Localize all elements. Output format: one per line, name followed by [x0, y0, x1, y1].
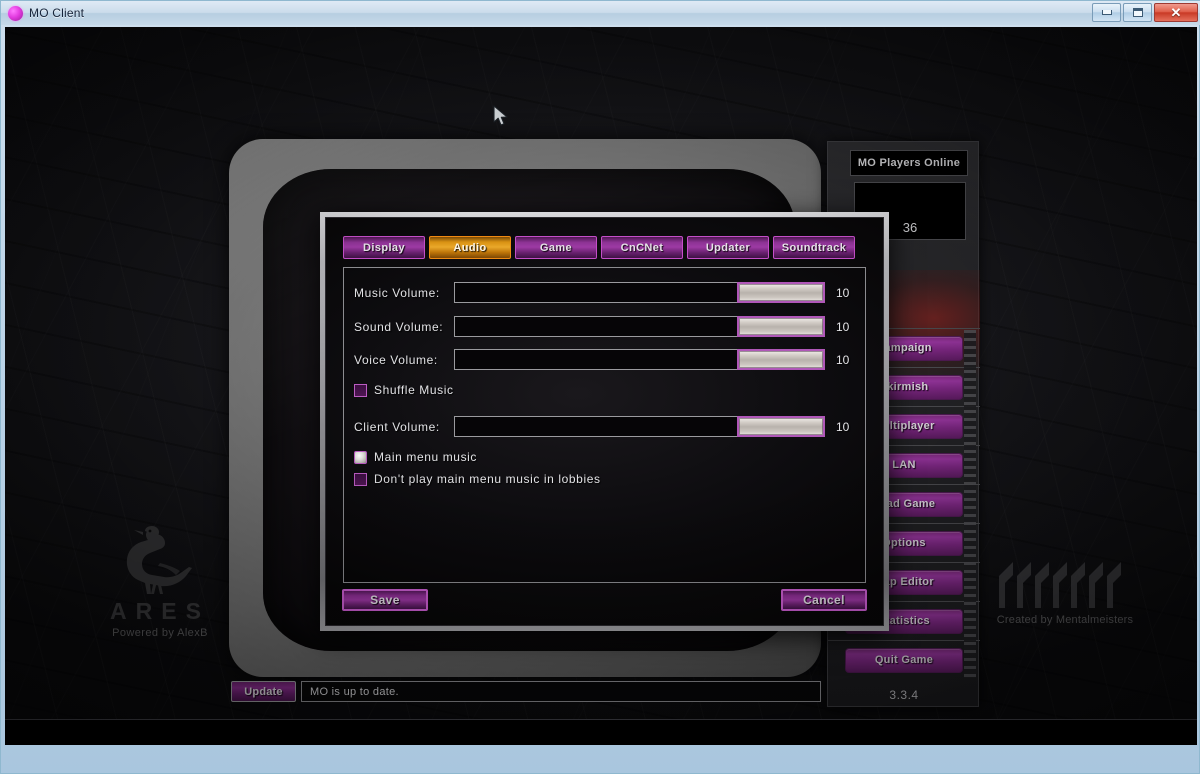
sidebar-item-label: Quit Game: [874, 654, 934, 666]
slider-handle[interactable]: [737, 416, 825, 437]
sound-volume-slider[interactable]: [454, 316, 825, 337]
tab-label: CnCNet: [620, 241, 664, 254]
sound-volume-row: Sound Volume: 10: [354, 316, 866, 337]
main-menu-music-label: Main menu music: [374, 450, 478, 464]
slider-handle[interactable]: [737, 349, 825, 370]
music-volume-label: Music Volume:: [354, 285, 440, 300]
update-bar: Update MO is up to date.: [231, 679, 821, 704]
update-button-label: Update: [244, 685, 283, 698]
save-button[interactable]: Save: [342, 589, 428, 611]
tab-updater[interactable]: Updater: [687, 236, 769, 259]
tab-label: Game: [539, 241, 573, 254]
shuffle-music-label: Shuffle Music: [374, 383, 454, 397]
sidebar-item-label: LAN: [892, 459, 916, 471]
voice-volume-slider[interactable]: [454, 349, 825, 370]
tab-label: Display: [363, 241, 405, 254]
options-tab-strip: Display Audio Game CnCNet Updater Soundt…: [343, 236, 855, 259]
restore-icon: [1132, 8, 1143, 17]
sidebar-item-quit-game[interactable]: Quit Game: [828, 640, 980, 679]
players-online-label: MO Players Online: [857, 157, 961, 169]
mouse-pointer-icon: [493, 105, 511, 134]
tab-game[interactable]: Game: [515, 236, 597, 259]
music-volume-slider[interactable]: [454, 282, 825, 303]
voice-volume-row: Voice Volume: 10: [354, 349, 866, 370]
update-status-field: MO is up to date.: [301, 681, 821, 702]
mentalmeisters-subtitle: Created by Mentalmeisters: [996, 614, 1134, 626]
players-online-header: MO Players Online: [850, 150, 968, 176]
mo-logo-icon: [8, 5, 23, 21]
client-volume-slider[interactable]: [454, 416, 825, 437]
no-lobby-music-checkbox[interactable]: [354, 472, 367, 486]
tab-cncnet[interactable]: CnCNet: [601, 236, 683, 259]
cancel-button[interactable]: Cancel: [781, 589, 867, 611]
close-icon: ✕: [1170, 5, 1182, 20]
voice-volume-value: 10: [836, 352, 850, 367]
tab-label: Audio: [453, 241, 487, 254]
quit-game-button[interactable]: Quit Game: [845, 647, 963, 673]
tab-display[interactable]: Display: [343, 236, 425, 259]
no-lobby-music-row[interactable]: Don't play main menu music in lobbies: [354, 472, 601, 486]
mentalmeisters-watermark: Created by Mentalmeisters: [990, 562, 1140, 626]
audio-settings-panel: Music Volume: 10 Sound Volume: 10 Voice …: [343, 267, 866, 583]
os-window: MO Client ✕ ARES Powered by AlexB Create…: [0, 0, 1200, 774]
mentalmeisters-logo-icon: [990, 562, 1140, 613]
slider-handle[interactable]: [737, 282, 825, 303]
music-volume-row: Music Volume: 10: [354, 282, 866, 303]
tab-label: Updater: [705, 241, 751, 254]
main-menu-music-row[interactable]: Main menu music: [354, 450, 477, 464]
options-dialog: Display Audio Game CnCNet Updater Soundt…: [320, 212, 889, 631]
maximize-button[interactable]: [1123, 3, 1152, 22]
bottom-strip: [5, 719, 1197, 745]
players-online-count: 36: [902, 220, 918, 235]
game-viewport: ARES Powered by AlexB Created by Mentalm…: [5, 27, 1197, 745]
minimize-icon: [1101, 10, 1112, 15]
slider-handle[interactable]: [737, 316, 825, 337]
shuffle-music-row[interactable]: Shuffle Music: [354, 383, 454, 397]
titlebar: MO Client ✕: [1, 1, 1200, 25]
save-button-label: Save: [370, 593, 400, 607]
window-controls: ✕: [1092, 3, 1198, 22]
client-version: 3.3.4: [889, 688, 919, 702]
music-volume-value: 10: [836, 285, 850, 300]
tab-soundtrack[interactable]: Soundtrack: [773, 236, 855, 259]
ares-wordmark: ARES: [110, 598, 210, 624]
tab-label: Soundtrack: [781, 241, 847, 254]
client-volume-row: Client Volume: 10: [354, 416, 866, 437]
main-menu-music-checkbox[interactable]: [354, 450, 367, 464]
ares-watermark: ARES Powered by AlexB: [90, 522, 230, 639]
no-lobby-music-label: Don't play main menu music in lobbies: [374, 472, 601, 486]
minimize-button[interactable]: [1092, 3, 1121, 22]
update-button[interactable]: Update: [231, 681, 296, 702]
ares-subtitle: Powered by AlexB: [112, 627, 208, 639]
sound-volume-label: Sound Volume:: [354, 319, 444, 334]
window-title: MO Client: [29, 6, 85, 20]
tab-audio[interactable]: Audio: [429, 236, 511, 259]
vulture-icon: [90, 522, 230, 600]
update-status-text: MO is up to date.: [310, 685, 399, 698]
close-button[interactable]: ✕: [1154, 3, 1198, 22]
shuffle-music-checkbox[interactable]: [354, 383, 367, 397]
decorative-rail: [964, 330, 976, 678]
client-volume-value: 10: [836, 419, 850, 434]
cancel-button-label: Cancel: [803, 593, 845, 607]
options-dialog-body: Display Audio Game CnCNet Updater Soundt…: [325, 217, 884, 626]
client-volume-label: Client Volume:: [354, 419, 440, 434]
sound-volume-value: 10: [836, 319, 850, 334]
voice-volume-label: Voice Volume:: [354, 352, 438, 367]
